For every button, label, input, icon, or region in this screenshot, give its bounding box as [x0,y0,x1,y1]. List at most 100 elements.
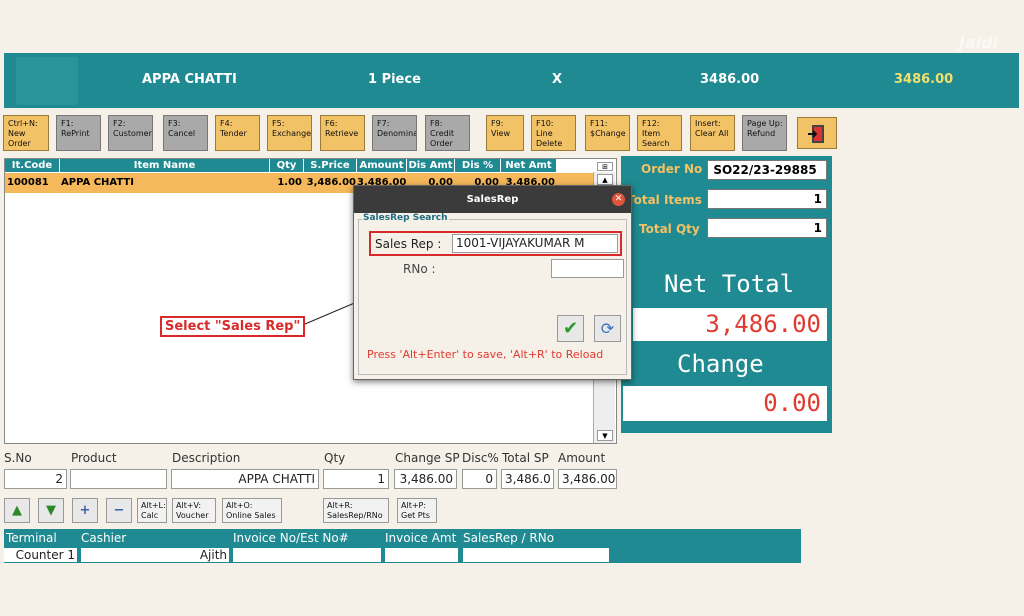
refresh-icon: ⟳ [600,319,615,338]
change-value: 0.00 [623,386,827,421]
add-button[interactable]: + [72,498,98,523]
dialog-hint: Press 'Alt+Enter' to save, 'Alt+R' to Re… [367,348,604,361]
entry-label: Disc% [462,451,499,465]
grid-column-header[interactable]: Qty [270,159,304,172]
invoice-amt-label: Invoice Amt [385,531,457,545]
exit-button[interactable] [797,117,837,149]
order-summary-panel: Order No SO22/23-29885 Total Items 1 Tot… [621,156,832,433]
grid-column-header[interactable]: Amount [357,159,407,172]
function-key-8[interactable]: F8: Credit Order [425,115,470,151]
grid-cell: 100081 [7,177,49,188]
entry-label: Qty [324,451,346,465]
description-field[interactable]: APPA CHATTI [171,469,319,489]
logo [16,57,78,105]
checkmark-icon: ✔ [562,318,579,339]
header-pieces: 1 Piece [368,72,421,87]
move-down-button[interactable]: ▼ [38,498,64,523]
function-key-2[interactable]: F2: Customer [108,115,153,151]
header-total: 3486.00 [894,72,954,87]
invoice-value [233,548,381,562]
salesrep-label: SalesRep / RNo [463,531,555,545]
order-no-value: SO22/23-29885 [707,160,827,180]
reload-button[interactable]: ⟳ [594,315,621,342]
online-sales-button[interactable]: Alt+O: Online Sales [222,498,282,523]
header-amount: 3486.00 [700,72,760,87]
invoice-label: Invoice No/Est No# [233,531,349,545]
cashier-label: Cashier [81,531,127,545]
minus-icon: − [113,503,125,518]
scroll-up-icon[interactable]: ▲ [597,174,613,185]
grid-column-header[interactable]: S.Price [304,159,357,172]
grid-cell: 1.00 [277,177,302,188]
grid-column-header[interactable]: Net Amt [501,159,557,172]
grid-header: It.Code Item Name Qty S.Price Amount Dis Amt D… [5,159,557,172]
function-key-6[interactable]: F6: Retrieve [320,115,365,151]
exit-door-icon [808,125,824,143]
entry-label: S.No [4,451,32,465]
function-key-7[interactable]: F7: Denomina [372,115,417,151]
total-items-value: 1 [707,189,827,209]
rno-input[interactable] [551,259,624,278]
voucher-button[interactable]: Alt+V: Voucher [172,498,216,523]
close-icon[interactable]: ✕ [612,193,625,206]
salesrep-value [463,548,609,562]
dialog-title: SalesRep [354,186,631,213]
function-key-5[interactable]: F5: Exchange [267,115,312,151]
total-qty-value: 1 [707,218,827,238]
function-key-14[interactable]: Page Up: Refund [742,115,787,151]
get-points-button[interactable]: Alt+P: Get Pts [397,498,437,523]
function-key-4[interactable]: F4: Tender [215,115,260,151]
function-key-1[interactable]: F1: RePrint [56,115,101,151]
total-qty-label: Total Qty [639,222,700,236]
scroll-down-icon[interactable]: ▼ [597,430,613,441]
grid-cell: APPA CHATTI [61,177,134,188]
salesrep-dialog: SalesRep ✕ SalesRep Search Sales Rep : 1… [353,185,632,380]
order-no-label: Order No [641,162,703,176]
move-up-button[interactable]: ▲ [4,498,30,523]
qty-field[interactable]: 1 [323,469,389,489]
function-key-10[interactable]: F10: Line Delete [531,115,576,151]
calc-button[interactable]: Alt+L: Calc [137,498,167,523]
entry-label: Change SP [395,451,460,465]
function-key-13[interactable]: Insert: Clear All [690,115,735,151]
save-button[interactable]: ✔ [557,315,584,342]
arrow-down-icon: ▼ [46,503,56,518]
entry-label: Amount [558,451,606,465]
sales-rep-label: Sales Rep : [375,237,442,251]
grid-column-header[interactable]: Dis Amt [407,159,455,172]
total-items-label: Total Items [627,193,702,207]
terminal-value: Counter 1 [4,548,77,562]
salesrep-rno-button[interactable]: Alt+R: SalesRep/RNo [323,498,389,523]
header-item-name: APPA CHATTI [142,72,237,87]
rno-label: RNo : [403,262,436,276]
remove-button[interactable]: − [106,498,132,523]
disc-field[interactable]: 0 [462,469,497,489]
grid-column-header[interactable]: Item Name [60,159,270,172]
sno-field[interactable]: 2 [4,469,67,489]
grid-column-header[interactable]: It.Code [5,159,60,172]
net-total-value: 3,486.00 [633,308,827,341]
terminal-label: Terminal [6,531,57,545]
sales-rep-select[interactable]: 1001-VIJAYAKUMAR M [452,234,618,253]
arrow-up-icon: ▲ [12,503,22,518]
header-bar: APPA CHATTI 1 Piece X 3486.00 3486.00 [4,53,1019,108]
grid-column-header[interactable]: Dis % [455,159,501,172]
function-key-3[interactable]: F3: Cancel [163,115,208,151]
product-field[interactable] [70,469,167,489]
change-label: Change [677,350,764,378]
function-key-12[interactable]: F12: Item Search [637,115,682,151]
amount-field[interactable]: 3,486.00 [558,469,617,489]
net-total-label: Net Total [664,270,795,298]
total-sp-field[interactable]: 3,486.0 [501,469,554,489]
footer-bar: Terminal Counter 1 Cashier Ajith Invoice… [4,529,801,563]
function-key-0[interactable]: Ctrl+N: New Order [3,115,49,151]
function-key-9[interactable]: F9: View [486,115,524,151]
cashier-value: Ajith [81,548,229,562]
grid-cell: 3,486.00 [306,177,356,188]
function-key-11[interactable]: F11: $Change [585,115,630,151]
grid-menu-icon[interactable]: ⊞ [597,162,613,171]
change-sp-field[interactable]: 3,486.00 [394,469,457,489]
header-multiplier: X [552,72,563,87]
salesrep-search-group: SalesRep Search Sales Rep : 1001-VIJAYAK… [358,213,627,375]
callout-label: Select "Sales Rep" [160,316,306,337]
